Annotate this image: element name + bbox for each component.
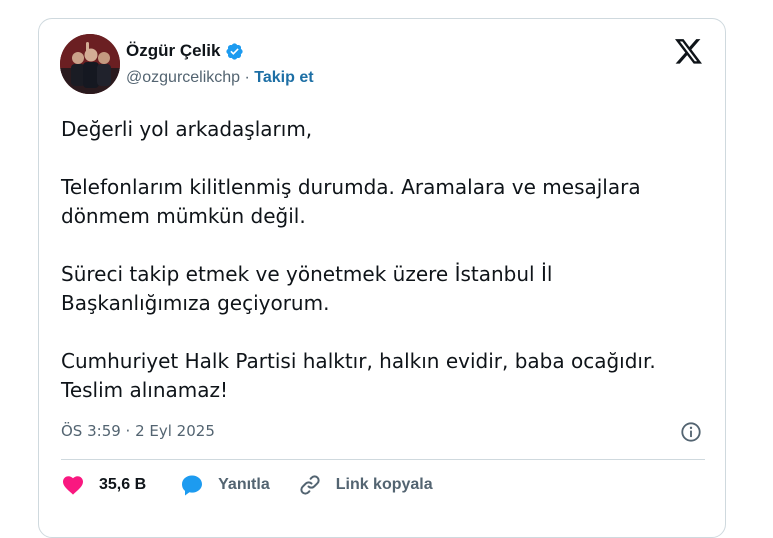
- author-name[interactable]: Özgür Çelik: [126, 41, 244, 61]
- like-count: 35,6 B: [99, 476, 147, 493]
- link-icon: [300, 475, 320, 495]
- avatar[interactable]: [60, 34, 120, 94]
- tweet-card: Özgür Çelik @ozgurcelikchp · Takip et De…: [38, 18, 726, 538]
- copy-link-label: Link kopyala: [335, 476, 433, 493]
- x-logo-icon[interactable]: [675, 39, 703, 65]
- like-button[interactable]: 35,6 B: [61, 473, 146, 497]
- author-handle[interactable]: @ozgurcelikchp: [126, 69, 240, 86]
- handle-row: @ozgurcelikchp · Takip et: [126, 69, 314, 87]
- action-bar: 35,6 B Yanıtla Link kopyala: [61, 471, 433, 499]
- copy-link-button[interactable]: Link kopyala: [298, 473, 433, 497]
- verified-badge-icon: [226, 42, 244, 60]
- author-name-text: Özgür Çelik: [126, 41, 221, 60]
- tweet-paragraph: Telefonlarım kilitlenmiş durumda. Aramal…: [61, 175, 641, 228]
- reply-label: Yanıtla: [218, 476, 270, 493]
- handle-separator: ·: [240, 69, 255, 86]
- info-icon[interactable]: [680, 421, 702, 443]
- avatar-photo: [60, 34, 120, 94]
- heart-icon: [63, 476, 83, 495]
- reply-button[interactable]: Yanıtla: [180, 473, 270, 497]
- speech-bubble-icon: [182, 475, 203, 496]
- follow-button[interactable]: Takip et: [254, 69, 313, 86]
- tweet-paragraph: Cumhuriyet Halk Partisi halktır, halkın …: [61, 349, 656, 402]
- divider: [61, 459, 705, 460]
- tweet-timestamp[interactable]: ÖS 3:59 · 2 Eyl 2025: [61, 422, 215, 440]
- tweet-paragraph: Değerli yol arkadaşlarım,: [61, 117, 313, 141]
- tweet-text: Değerli yol arkadaşlarım, Telefonlarım k…: [61, 115, 711, 434]
- tweet-paragraph: Süreci takip etmek ve yönetmek üzere İst…: [61, 262, 553, 315]
